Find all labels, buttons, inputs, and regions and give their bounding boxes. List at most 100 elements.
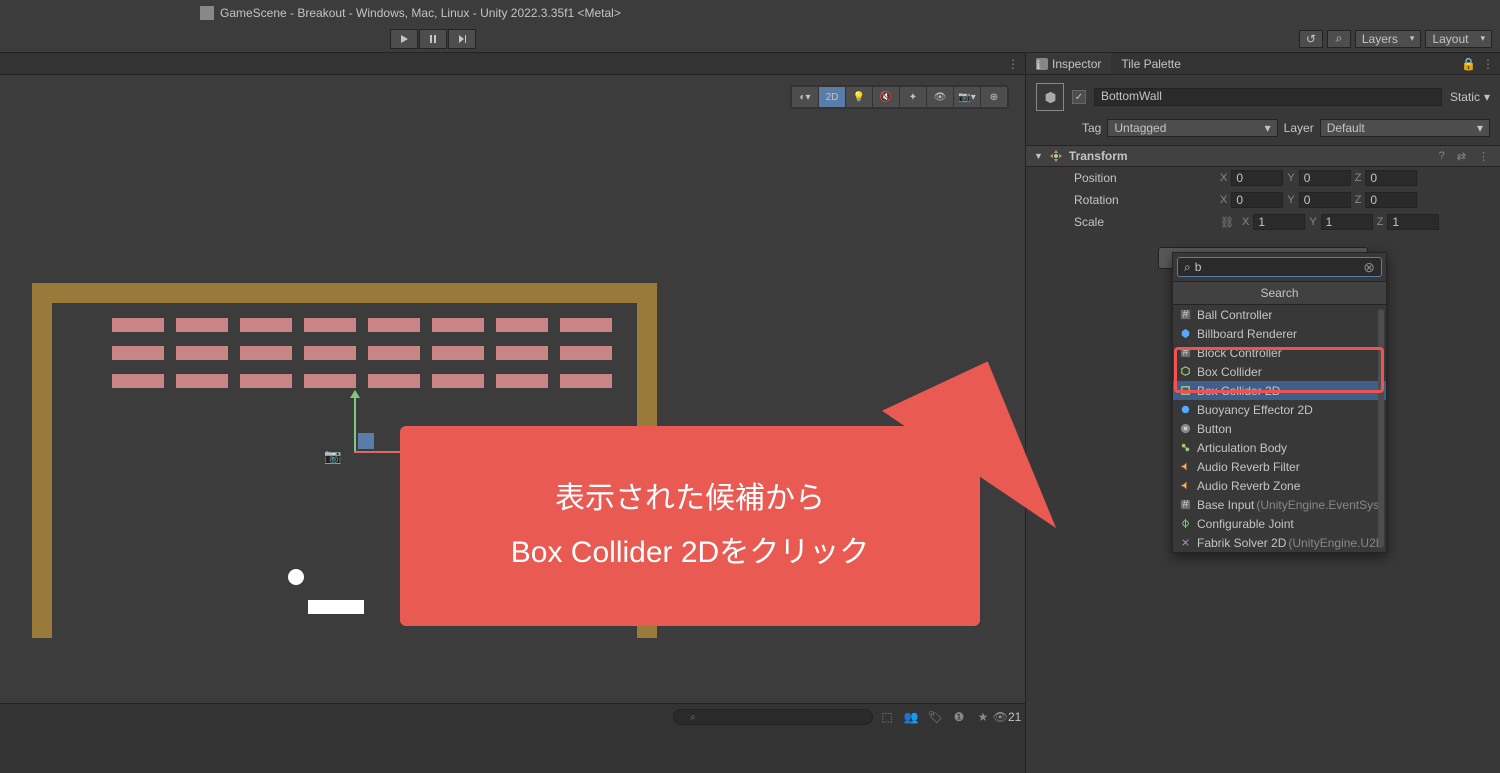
position-row: Position X0Y0Z0 — [1026, 167, 1500, 189]
audio-toggle[interactable]: 🔇 — [873, 87, 899, 107]
add-component-popup: ⌕ ⊗ Search #Ball ControllerBillboard Ren… — [1172, 252, 1387, 553]
tag-label: Tag — [1082, 121, 1101, 135]
tab-tile-palette[interactable]: Tile Palette — [1111, 53, 1191, 74]
tag-dropdown[interactable]: Untagged▾ — [1107, 119, 1277, 137]
info-icon: ℹ — [1036, 58, 1048, 70]
help-icon[interactable]: ? — [1436, 150, 1448, 162]
object-name-input[interactable]: BottomWall — [1094, 88, 1442, 106]
svg-text:#: # — [1182, 498, 1189, 510]
preset-icon[interactable]: ⇄ — [1454, 150, 1469, 163]
console-icon-2[interactable]: 👥 — [901, 709, 921, 725]
rotation-row: Rotation X0Y0Z0 — [1026, 189, 1500, 211]
component-item[interactable]: #Base Input(UnityEngine.EventSyste — [1173, 495, 1386, 514]
scale-x-input[interactable]: 1 — [1253, 214, 1305, 230]
component-list[interactable]: #Ball ControllerBillboard Renderer#Block… — [1173, 305, 1386, 552]
camera-toggle[interactable]: 📷▾ — [954, 87, 980, 107]
pos-x-input[interactable]: 0 — [1231, 170, 1283, 186]
component-search[interactable]: ⌕ ⊗ — [1177, 257, 1382, 277]
console-search-input[interactable] — [673, 709, 873, 725]
component-item[interactable]: Audio Reverb Filter — [1173, 457, 1386, 476]
wall-left — [32, 283, 52, 638]
pause-button[interactable] — [419, 29, 447, 49]
active-checkbox[interactable]: ✓ — [1072, 90, 1086, 104]
transform-icon — [1049, 149, 1063, 163]
layer-dropdown[interactable]: Default▾ — [1320, 119, 1490, 137]
component-menu-icon[interactable]: ⋮ — [1475, 150, 1492, 163]
component-item[interactable]: Billboard Renderer — [1173, 324, 1386, 343]
panel-menu-icon[interactable]: ⋮ — [1007, 57, 1019, 71]
undo-history-icon[interactable]: ↺ — [1299, 30, 1323, 48]
console-icon-1[interactable]: ⬚ — [877, 709, 897, 725]
search-icon: ⌕ — [1184, 260, 1191, 275]
static-dropdown[interactable]: Static▾ — [1450, 90, 1490, 104]
inspector-tabs: ℹInspector Tile Palette 🔒 ⋮ — [1026, 53, 1500, 75]
scene-view-toolbar: ◐▾ 2D 💡 🔇 ✦ 👁 📷▾ ⊕ — [790, 85, 1009, 109]
console-toolbar: ⬚ 👥 🏷 ❶ ★ 👁21 — [673, 709, 1017, 725]
scale-z-input[interactable]: 1 — [1387, 214, 1439, 230]
window-titlebar: GameScene - Breakout - Windows, Mac, Lin… — [0, 0, 1500, 25]
console-panel: ⬚ 👥 🏷 ❶ ★ 👁21 — [0, 703, 1025, 773]
inspector-menu-icon[interactable]: ⋮ — [1482, 57, 1494, 71]
step-button[interactable] — [448, 29, 476, 49]
layout-dropdown[interactable]: Layout — [1425, 30, 1492, 48]
component-item[interactable]: #Ball Controller — [1173, 305, 1386, 324]
popup-header: Search — [1173, 281, 1386, 305]
wall-top — [32, 283, 657, 303]
layers-dropdown[interactable]: Layers — [1355, 30, 1422, 48]
camera-icon: 📷 — [324, 448, 341, 465]
toolbar-right: ↺ ⌕ Layers Layout — [1299, 30, 1492, 48]
paddle-sprite — [308, 600, 364, 614]
scrollbar[interactable] — [1378, 309, 1384, 548]
component-item[interactable]: Audio Reverb Zone — [1173, 476, 1386, 495]
transform-gizmo[interactable] — [330, 433, 410, 513]
play-button[interactable] — [390, 29, 418, 49]
component-item[interactable]: Fabrik Solver 2D(UnityEngine.U2D. — [1173, 533, 1386, 552]
component-item[interactable]: Configurable Joint — [1173, 514, 1386, 533]
rot-x-input[interactable]: 0 — [1231, 192, 1283, 208]
gizmos-toggle[interactable]: ⊕ — [981, 87, 1007, 107]
rot-z-input[interactable]: 0 — [1365, 192, 1417, 208]
visibility-toggle[interactable]: 👁 — [927, 87, 953, 107]
window-title: GameScene - Breakout - Windows, Mac, Lin… — [220, 6, 621, 20]
lock-icon[interactable]: 🔒 — [1461, 57, 1476, 71]
play-controls — [390, 29, 476, 49]
scale-row: Scale ⛓ X1Y1Z1 — [1026, 211, 1500, 233]
gizmo-xy-plane[interactable] — [358, 433, 374, 449]
gameobject-icon[interactable] — [1036, 83, 1064, 111]
component-item[interactable]: Articulation Body — [1173, 438, 1386, 457]
draw-mode-button[interactable]: ◐▾ — [792, 87, 818, 107]
callout-line2: Box Collider 2Dをクリック — [511, 526, 869, 580]
component-item[interactable]: #Block Controller — [1173, 343, 1386, 362]
tag-layer-row: Tag Untagged▾ Layer Default▾ — [1026, 119, 1500, 145]
gizmo-y-axis[interactable] — [354, 391, 356, 451]
scene-panel: ⋮ ◐▾ 2D 💡 🔇 ✦ 👁 📷▾ ⊕ — [0, 53, 1025, 773]
console-icon-4[interactable]: ❶ — [949, 709, 969, 725]
unity-icon — [200, 6, 214, 20]
lighting-toggle[interactable]: 💡 — [846, 87, 872, 107]
callout-line1: 表示された候補から — [555, 472, 825, 526]
transform-header[interactable]: ▼ Transform ? ⇄ ⋮ — [1026, 145, 1500, 167]
fx-toggle[interactable]: ✦ — [900, 87, 926, 107]
clear-search-icon[interactable]: ⊗ — [1363, 259, 1375, 276]
scene-tab-bar: ⋮ — [0, 53, 1025, 75]
pos-y-input[interactable]: 0 — [1299, 170, 1351, 186]
search-icon[interactable]: ⌕ — [1327, 30, 1351, 48]
pos-z-input[interactable]: 0 — [1365, 170, 1417, 186]
console-icon-5[interactable]: ★ — [973, 709, 993, 725]
scale-y-input[interactable]: 1 — [1321, 214, 1373, 230]
console-icon-3[interactable]: 🏷 — [925, 709, 945, 725]
component-search-input[interactable] — [1195, 260, 1360, 274]
constrain-icon[interactable]: ⛓ — [1220, 216, 1234, 229]
component-item[interactable]: Buoyancy Effector 2D — [1173, 400, 1386, 419]
tab-inspector[interactable]: ℹInspector — [1026, 53, 1111, 74]
component-item[interactable]: Box Collider — [1173, 362, 1386, 381]
rot-y-input[interactable]: 0 — [1299, 192, 1351, 208]
hidden-count[interactable]: 👁21 — [997, 709, 1017, 725]
component-item[interactable]: Box Collider 2D — [1173, 381, 1386, 400]
ball-sprite — [288, 569, 304, 585]
2d-toggle[interactable]: 2D — [819, 87, 845, 107]
fold-icon[interactable]: ▼ — [1034, 151, 1043, 161]
component-item[interactable]: Button — [1173, 419, 1386, 438]
annotation-callout: 表示された候補から Box Collider 2Dをクリック — [400, 426, 980, 626]
layer-label: Layer — [1284, 121, 1314, 135]
